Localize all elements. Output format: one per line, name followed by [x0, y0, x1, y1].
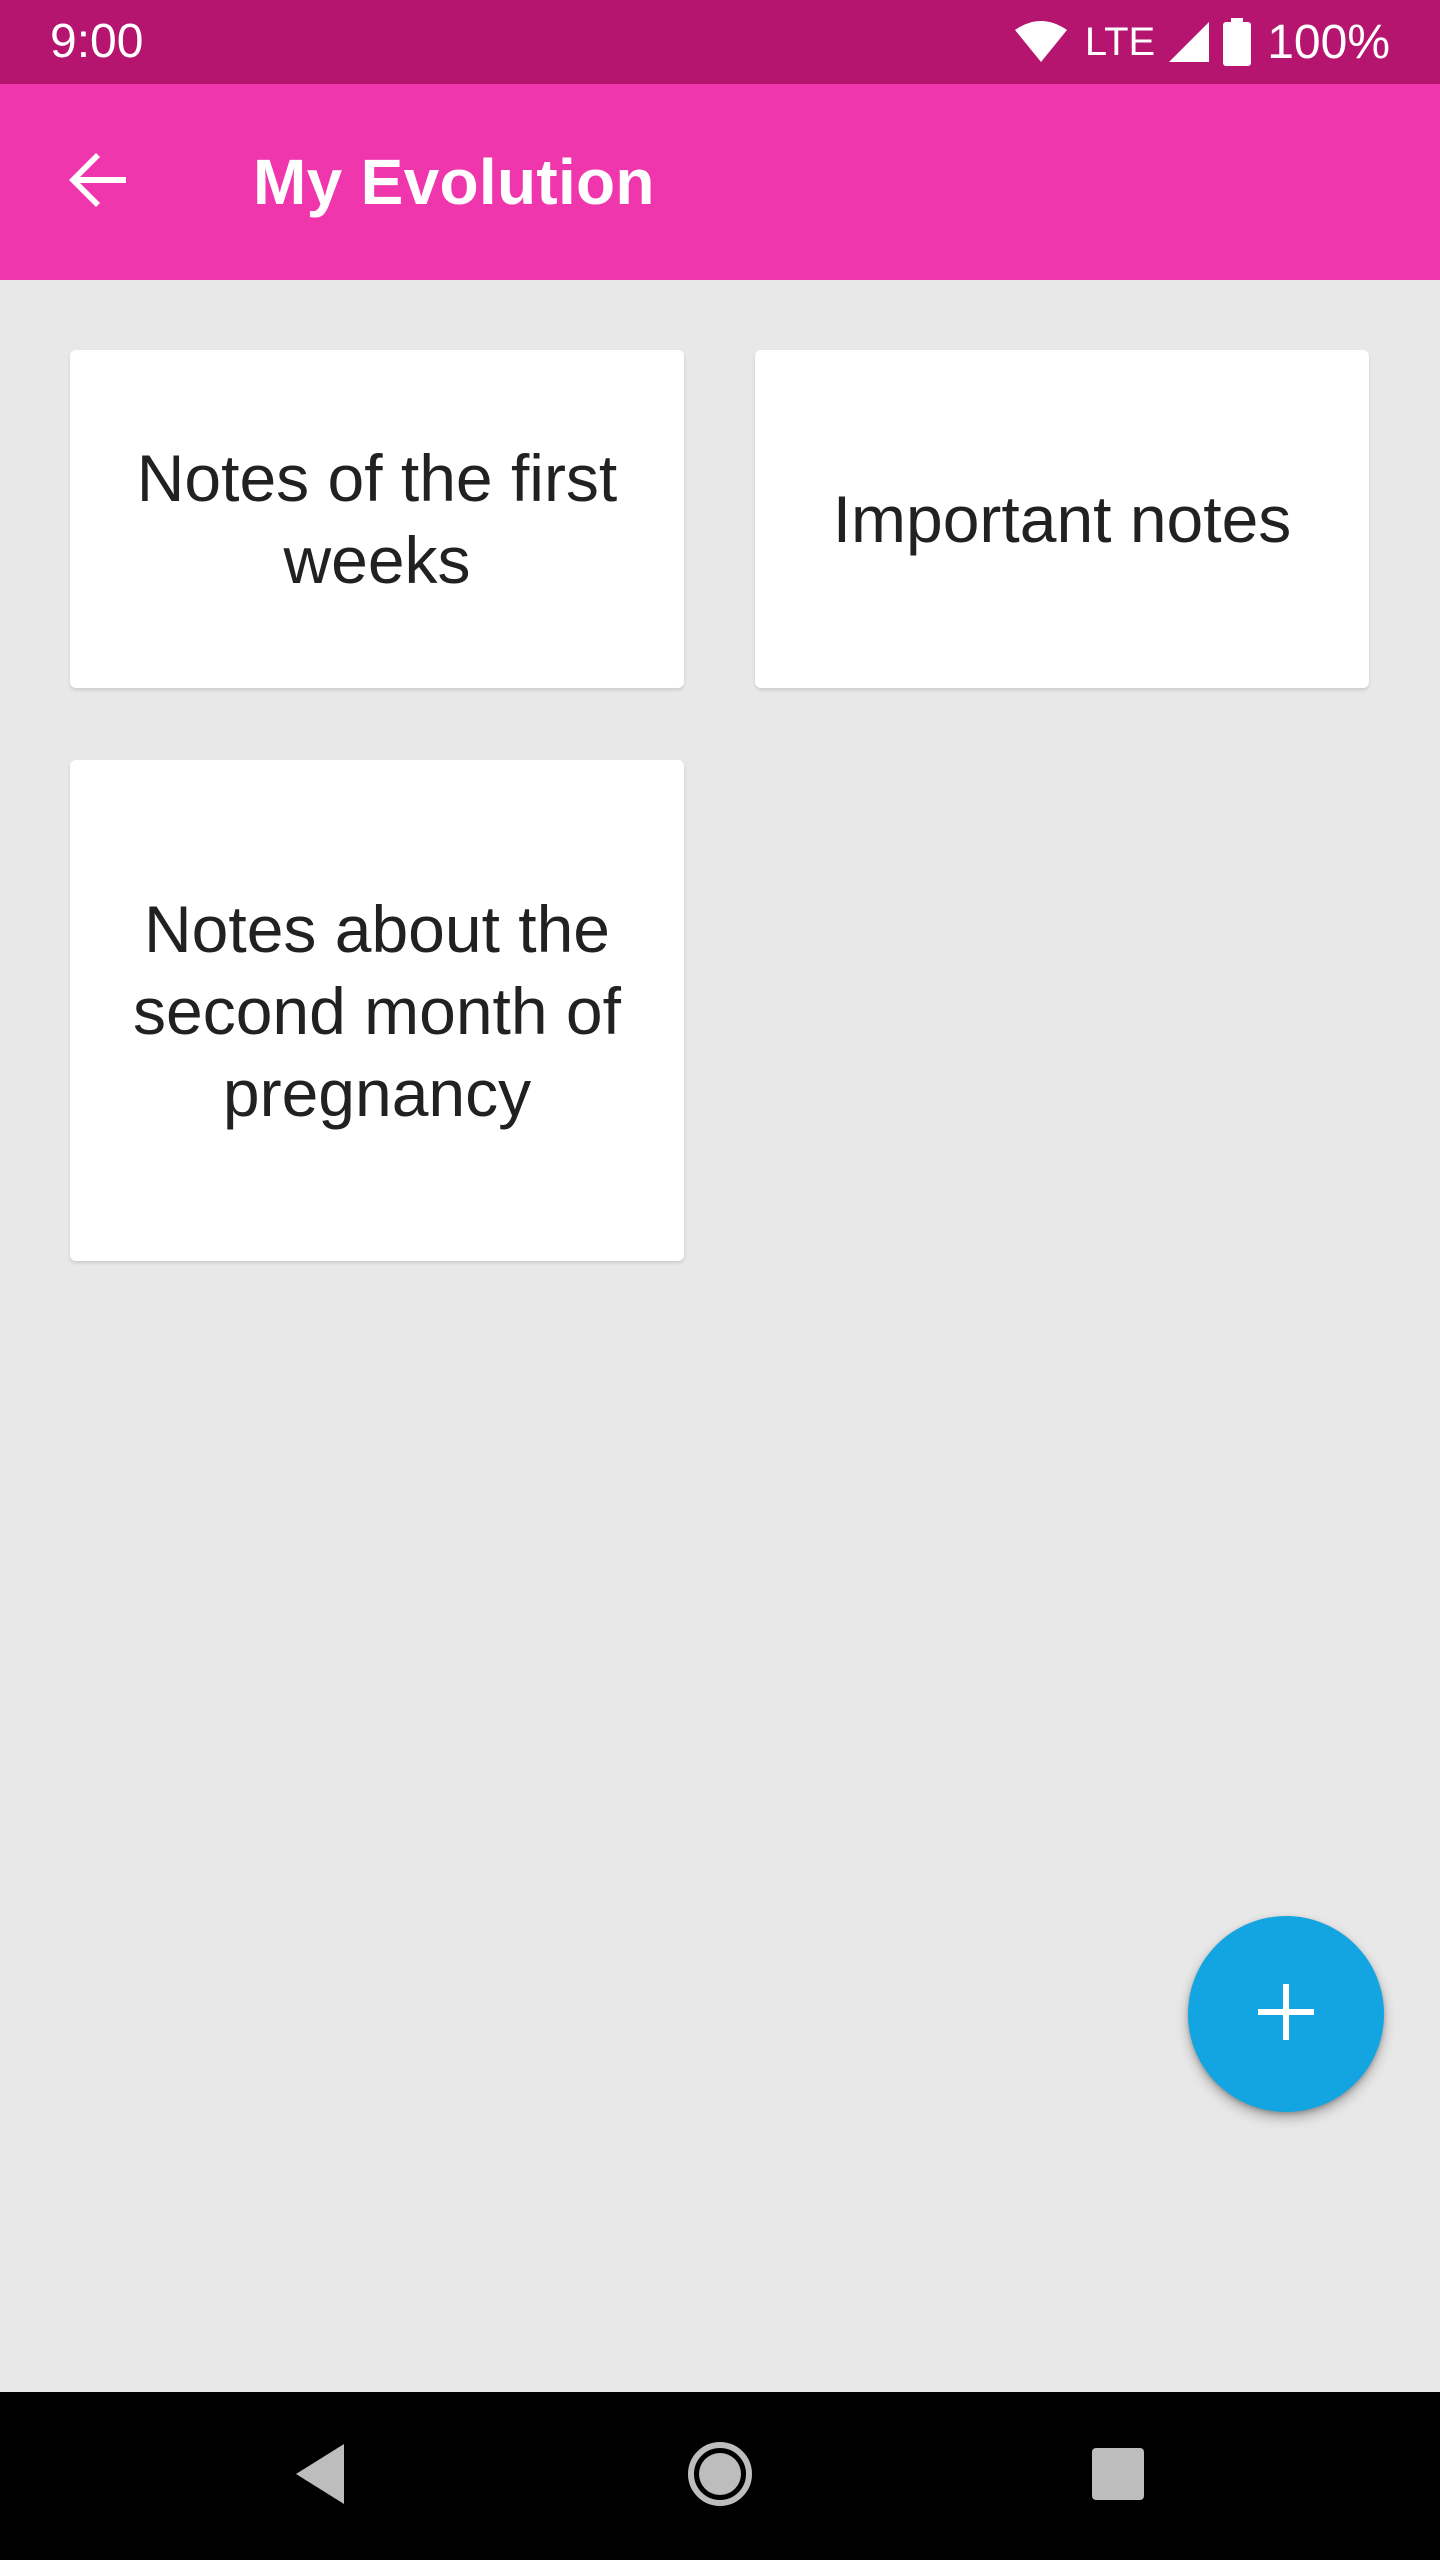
nav-home-button[interactable] — [680, 2436, 760, 2516]
nav-recents-button[interactable] — [1078, 2436, 1158, 2516]
note-card-label: Notes about the second month of pregnanc… — [133, 891, 621, 1130]
note-card[interactable]: Notes about the second month of pregnanc… — [70, 760, 684, 1261]
status-time: 9:00 — [50, 15, 144, 68]
nav-back-icon — [292, 2442, 348, 2511]
arrow-back-icon — [66, 148, 130, 217]
system-nav-bar — [0, 2392, 1440, 2560]
plus-icon — [1258, 1983, 1314, 2045]
add-note-button[interactable] — [1188, 1916, 1384, 2112]
note-card-label: Important notes — [832, 482, 1292, 556]
battery-percentage: 100% — [1267, 15, 1390, 69]
network-type-label: LTE — [1084, 19, 1156, 64]
app-bar: My Evolution — [0, 84, 1440, 280]
screen: 9:00 LTE 100% My Evolution Notes of the … — [0, 0, 1440, 2560]
nav-recents-icon — [1090, 2446, 1146, 2507]
note-card[interactable]: Important notes — [755, 350, 1369, 688]
back-button[interactable] — [50, 134, 146, 230]
battery-icon — [1223, 18, 1252, 66]
signal-icon — [1167, 20, 1211, 64]
nav-back-button[interactable] — [280, 2436, 360, 2516]
status-bar: 9:00 LTE 100% — [0, 0, 1440, 84]
page-title: My Evolution — [253, 146, 655, 218]
status-indicators: LTE 100% — [1013, 0, 1390, 84]
note-card-label: Notes of the first weeks — [136, 441, 618, 597]
wifi-icon — [1013, 20, 1069, 64]
nav-home-icon — [687, 2441, 753, 2512]
note-card[interactable]: Notes of the first weeks — [70, 350, 684, 688]
